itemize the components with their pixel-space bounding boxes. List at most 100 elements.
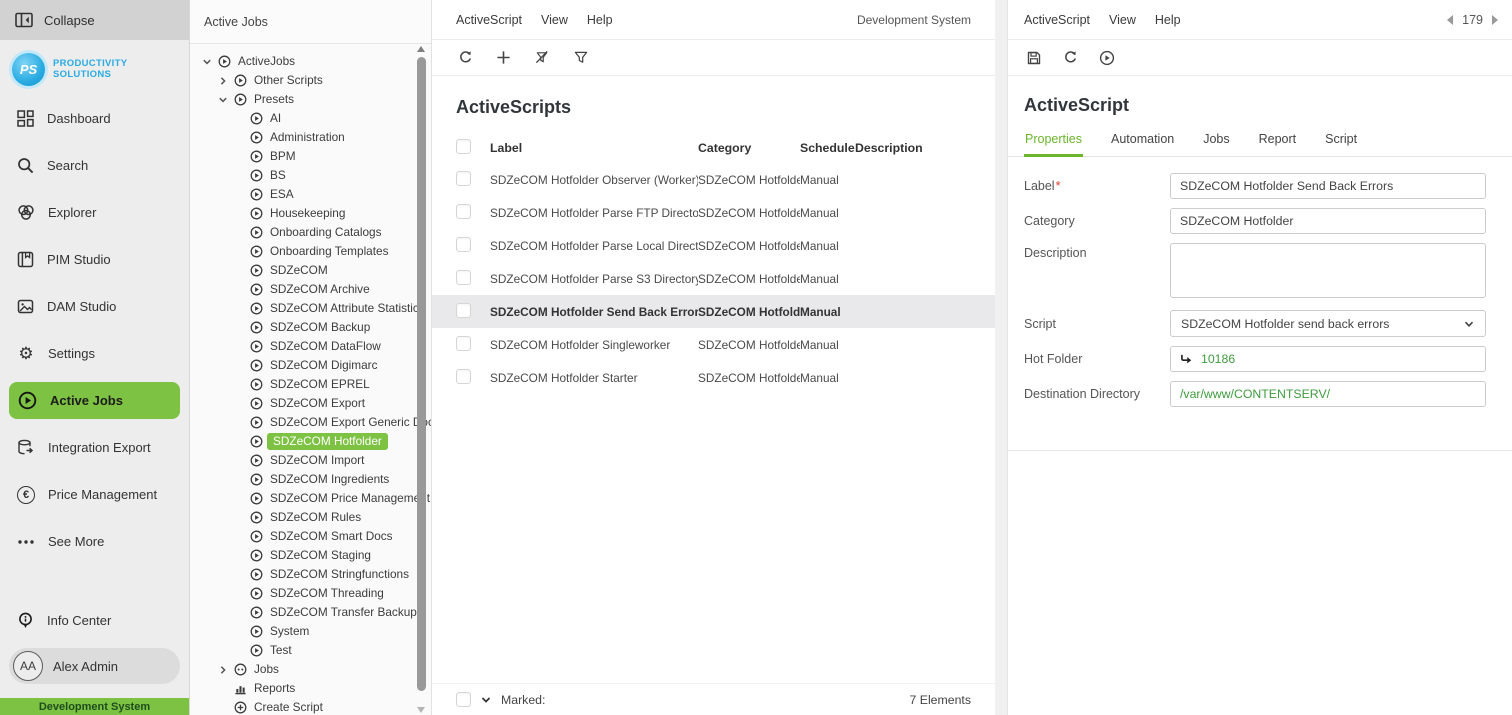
tree-item[interactable]: BS — [190, 166, 431, 185]
sidebar-item-settings[interactable]: ⚙ Settings — [0, 330, 189, 377]
tree-item[interactable]: SDZeCOM Export Generic Docs — [190, 413, 431, 432]
tree-item[interactable]: Jobs — [190, 660, 431, 679]
tree-item[interactable]: SDZeCOM Digimarc — [190, 356, 431, 375]
sidebar-item-dashboard[interactable]: Dashboard — [0, 95, 189, 142]
column-header-description[interactable]: Description — [855, 141, 971, 155]
tree-item[interactable]: SDZeCOM Hotfolder — [190, 432, 431, 451]
row-checkbox[interactable] — [456, 203, 471, 219]
menu-help[interactable]: Help — [1155, 13, 1181, 27]
sidebar-item-pim-studio[interactable]: PIM Studio — [0, 236, 189, 283]
tree-item[interactable]: ESA — [190, 185, 431, 204]
table-row[interactable]: SDZeCOM Hotfolder Observer (Worker) SDZeC… — [432, 163, 995, 196]
table-row[interactable]: SDZeCOM Hotfolder Parse S3 Directory SDZe… — [432, 262, 995, 295]
add-button[interactable] — [496, 50, 511, 65]
column-header-label[interactable]: Label — [490, 141, 698, 155]
script-select[interactable]: SDZeCOM Hotfolder send back errors — [1170, 310, 1486, 337]
tree-item[interactable]: SDZeCOM Price Management — [190, 489, 431, 508]
tree-item[interactable]: SDZeCOM Staging — [190, 546, 431, 565]
tree-item[interactable]: SDZeCOM Threading — [190, 584, 431, 603]
table-row[interactable]: SDZeCOM Hotfolder Parse Local Directory S… — [432, 229, 995, 262]
row-checkbox[interactable] — [456, 368, 471, 384]
row-checkbox[interactable] — [456, 269, 471, 285]
pager-next-icon[interactable] — [1492, 14, 1498, 25]
description-field[interactable] — [1170, 243, 1486, 298]
tree-item[interactable]: Reports — [190, 679, 431, 698]
tab-automation[interactable]: Automation — [1110, 128, 1175, 157]
tree-item[interactable]: Onboarding Catalogs — [190, 223, 431, 242]
scroll-down-icon[interactable] — [417, 707, 425, 713]
tree-item[interactable]: SDZeCOM — [190, 261, 431, 280]
menu-view[interactable]: View — [541, 13, 568, 27]
column-header-category[interactable]: Category — [698, 141, 800, 155]
tree-item[interactable]: SDZeCOM EPREL — [190, 375, 431, 394]
sidebar-item-see-more[interactable]: See More — [0, 518, 189, 565]
tree-item[interactable]: SDZeCOM Import — [190, 451, 431, 470]
tree-item[interactable]: Other Scripts — [190, 71, 431, 90]
chevron-right-icon[interactable] — [218, 76, 234, 86]
save-button[interactable] — [1026, 50, 1042, 66]
filter-button[interactable] — [573, 50, 589, 65]
sidebar-item-info-center[interactable]: Info Center — [0, 597, 189, 644]
table-row[interactable]: SDZeCOM Hotfolder Starter SDZeCOM Hotfold… — [432, 361, 995, 394]
chevron-down-icon[interactable] — [218, 95, 234, 105]
table-row[interactable]: SDZeCOM Hotfolder Send Back Errors SDZeCO… — [432, 295, 995, 328]
menu-help[interactable]: Help — [587, 13, 613, 27]
column-header-schedule[interactable]: Schedule — [800, 141, 855, 155]
tree-item[interactable]: ActiveJobs — [190, 52, 431, 71]
collapse-button[interactable]: Collapse — [0, 0, 189, 40]
table-row[interactable]: SDZeCOM Hotfolder Parse FTP Directory SDZ… — [432, 196, 995, 229]
sidebar-item-search[interactable]: Search — [0, 142, 189, 189]
tree-item[interactable]: Onboarding Templates — [190, 242, 431, 261]
tree-item[interactable]: SDZeCOM Attribute Statistics — [190, 299, 431, 318]
row-checkbox[interactable] — [456, 236, 471, 252]
run-button[interactable] — [1099, 50, 1115, 66]
label-field[interactable] — [1170, 173, 1486, 199]
chevron-down-icon[interactable] — [480, 694, 492, 706]
sidebar-item-integration-export[interactable]: Integration Export — [0, 424, 189, 471]
tree-item[interactable]: SDZeCOM Rules — [190, 508, 431, 527]
tree-item[interactable]: Create Script — [190, 698, 431, 715]
refresh-button[interactable] — [458, 50, 473, 65]
tree-item[interactable]: SDZeCOM Stringfunctions — [190, 565, 431, 584]
tab-script[interactable]: Script — [1324, 128, 1358, 157]
tree-item[interactable]: SDZeCOM Backup — [190, 318, 431, 337]
sidebar-item-active-jobs[interactable]: Active Jobs — [9, 382, 180, 419]
chevron-down-icon[interactable] — [202, 57, 218, 67]
tab-report[interactable]: Report — [1258, 128, 1298, 157]
tree-item[interactable]: SDZeCOM DataFlow — [190, 337, 431, 356]
menu-activescript[interactable]: ActiveScript — [1024, 13, 1090, 27]
tab-jobs[interactable]: Jobs — [1202, 128, 1230, 157]
tree-item[interactable]: Test — [190, 641, 431, 660]
tree-item[interactable]: Administration — [190, 128, 431, 147]
hot-folder-field[interactable]: 10186 — [1170, 346, 1486, 372]
pager-prev-icon[interactable] — [1447, 14, 1454, 25]
tree-item[interactable]: SDZeCOM Ingredients — [190, 470, 431, 489]
menu-activescript[interactable]: ActiveScript — [456, 13, 522, 27]
tree-item[interactable]: Housekeeping — [190, 204, 431, 223]
select-all-checkbox[interactable] — [456, 139, 471, 154]
table-row[interactable]: SDZeCOM Hotfolder Singleworker SDZeCOM Ho… — [432, 328, 995, 361]
tree-item[interactable]: Presets — [190, 90, 431, 109]
scroll-up-icon[interactable] — [417, 46, 425, 52]
row-checkbox[interactable] — [456, 335, 471, 351]
brand-logo[interactable]: PS PRODUCTIVITY SOLUTIONS — [0, 40, 189, 95]
clear-filter-button[interactable] — [534, 50, 550, 65]
scrollbar-thumb[interactable] — [417, 57, 426, 691]
tree-item[interactable]: AI — [190, 109, 431, 128]
tree-item[interactable]: SDZeCOM Export — [190, 394, 431, 413]
row-checkbox[interactable] — [456, 302, 471, 318]
sidebar-item-price-management[interactable]: € Price Management — [0, 471, 189, 518]
tab-properties[interactable]: Properties — [1024, 128, 1083, 157]
tree-item[interactable]: System — [190, 622, 431, 641]
tree-item[interactable]: SDZeCOM Smart Docs — [190, 527, 431, 546]
tree-item[interactable]: SDZeCOM Archive — [190, 280, 431, 299]
chevron-right-icon[interactable] — [218, 665, 234, 675]
sidebar-item-dam-studio[interactable]: DAM Studio — [0, 283, 189, 330]
tree-item[interactable]: SDZeCOM Transfer Backup — [190, 603, 431, 622]
menu-view[interactable]: View — [1109, 13, 1136, 27]
row-checkbox[interactable] — [456, 170, 471, 186]
category-field[interactable] — [1170, 208, 1486, 234]
user-menu[interactable]: AA Alex Admin — [9, 648, 180, 684]
tree-item[interactable]: BPM — [190, 147, 431, 166]
refresh-button[interactable] — [1063, 50, 1078, 65]
